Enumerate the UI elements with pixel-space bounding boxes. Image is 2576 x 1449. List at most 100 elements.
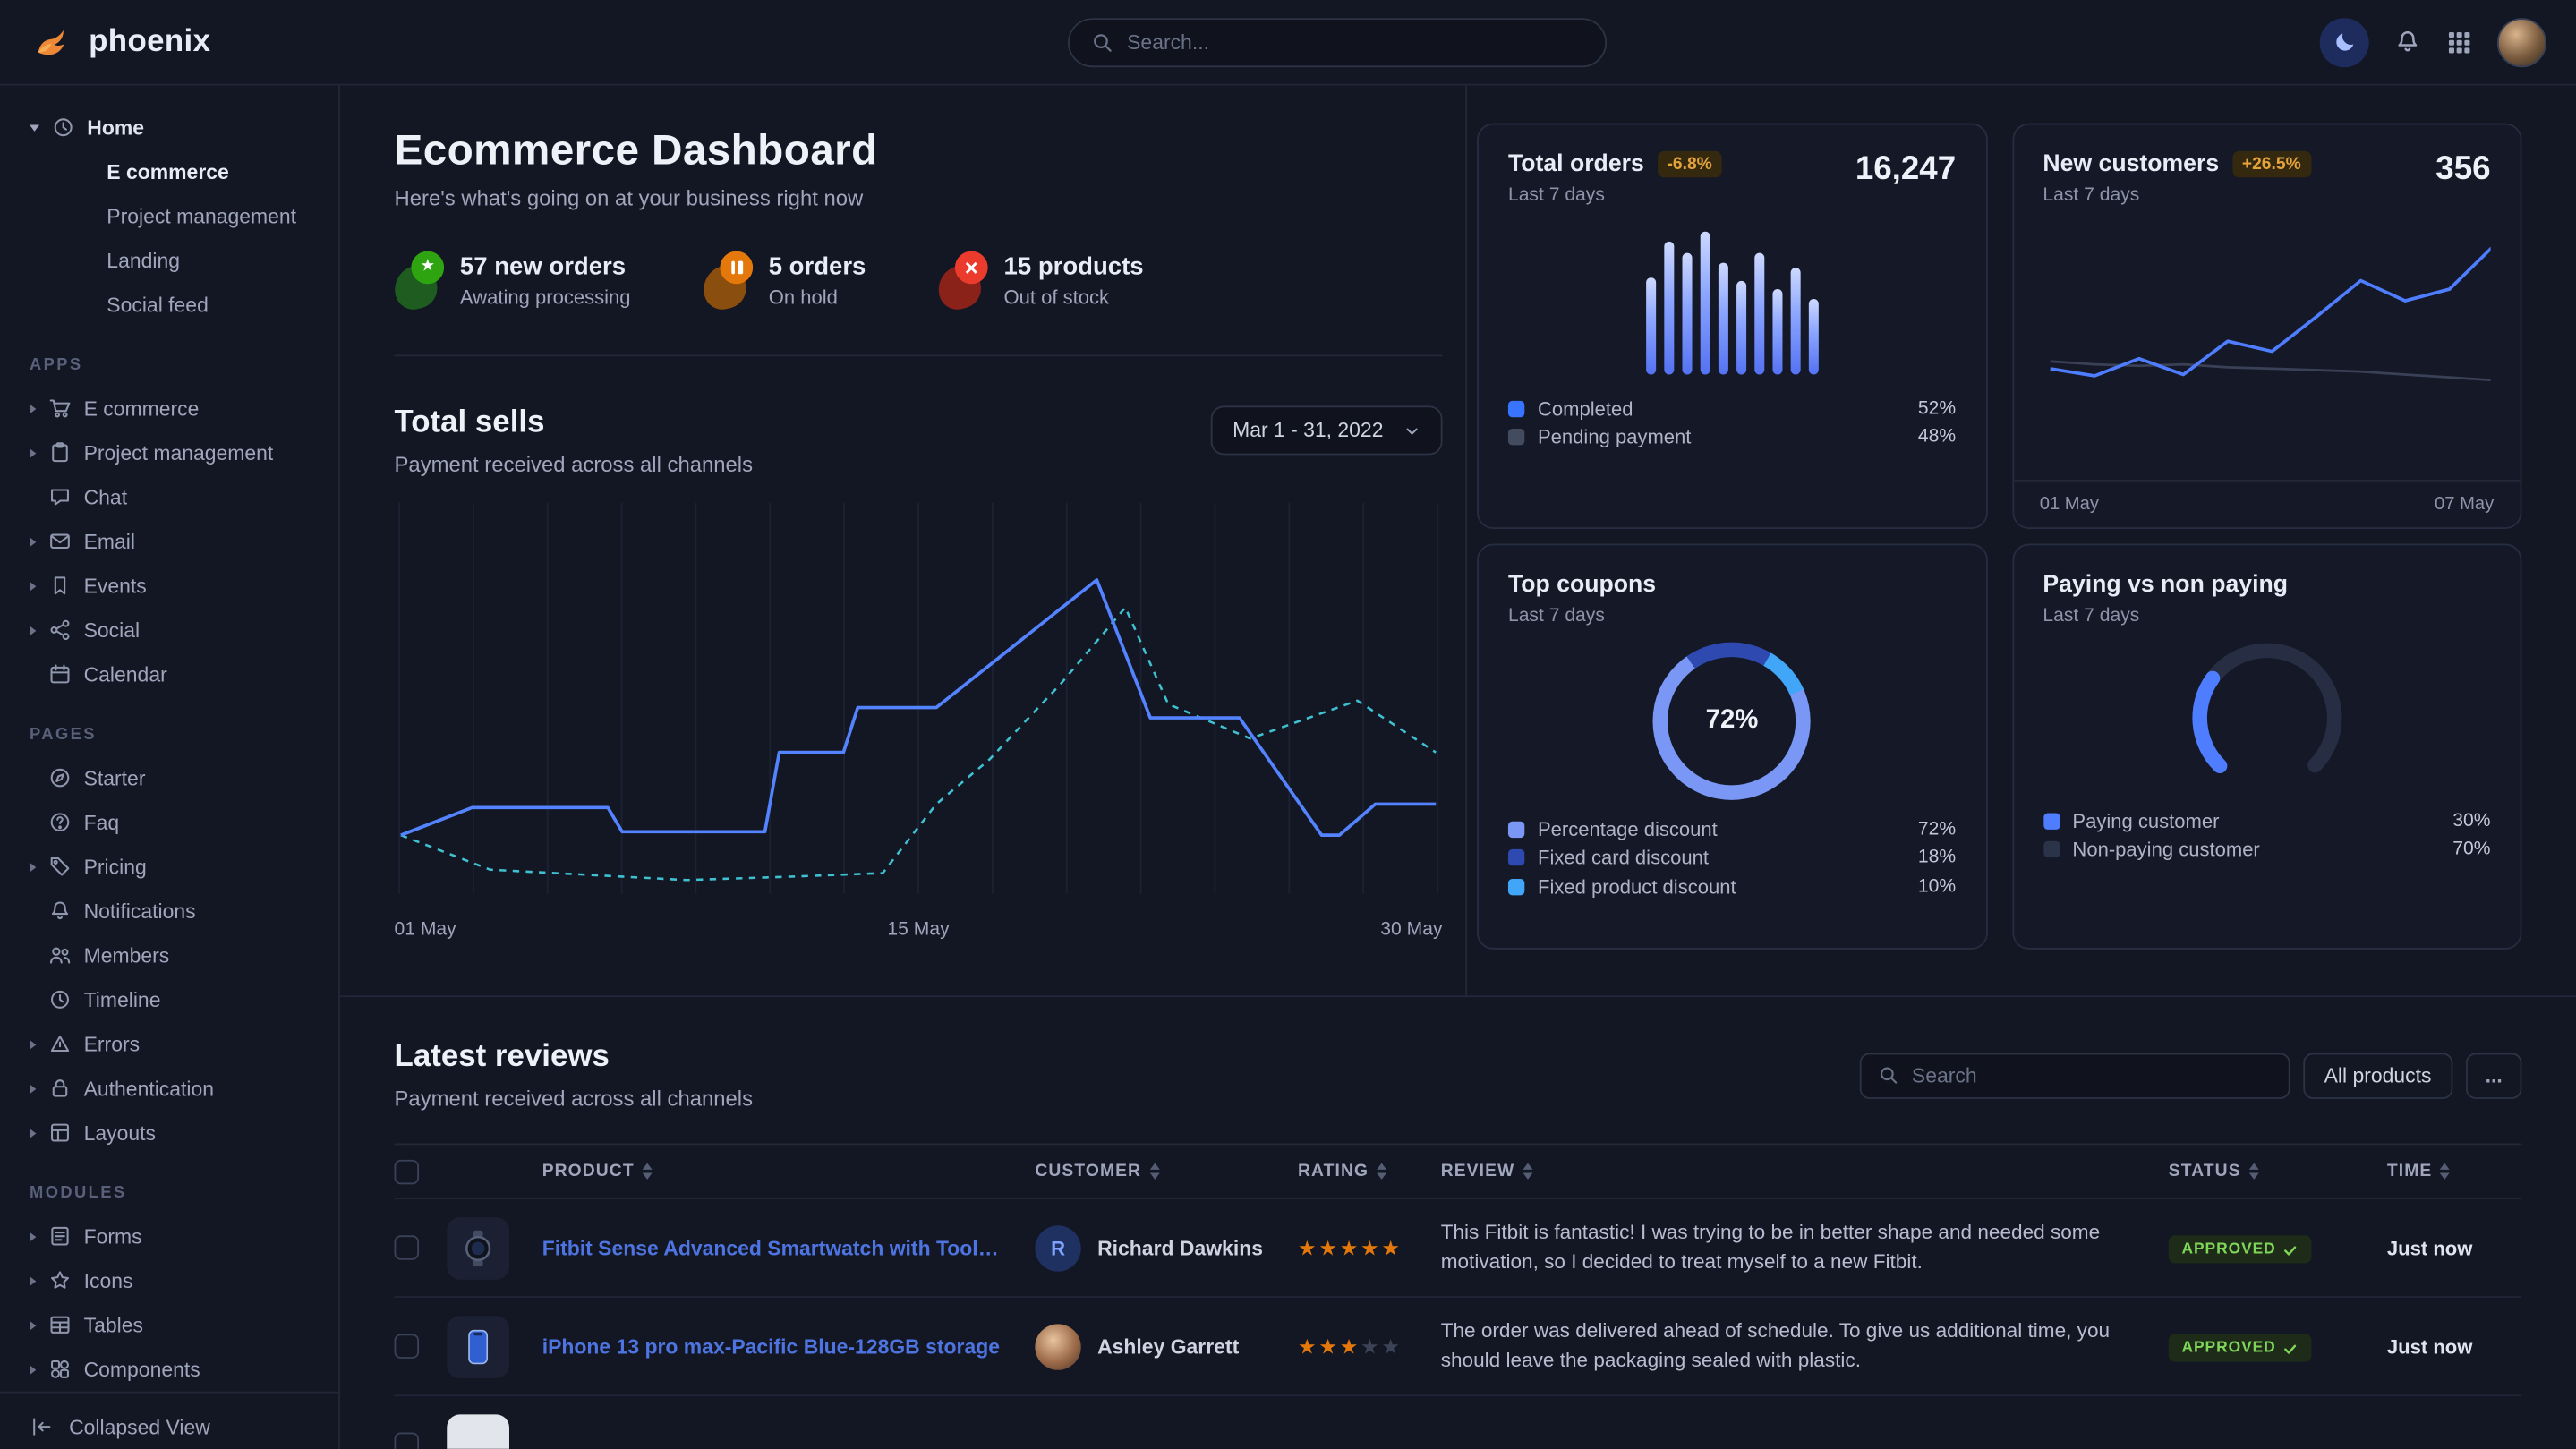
global-search-input[interactable] [1127,30,1583,54]
orders-bar-chart [1508,218,1956,374]
customer-cell[interactable]: Ashley Garrett [1035,1323,1298,1368]
sidebar-subitem-landing[interactable]: Landing [0,238,338,283]
bar [1700,231,1710,374]
bar [1682,252,1692,374]
collapse-icon [30,1414,55,1439]
page-title: Ecommerce Dashboard [395,124,1466,175]
table-icon [47,1313,73,1338]
row-checkbox[interactable] [395,1433,448,1449]
customer-cell[interactable]: R Richard Dawkins [1035,1224,1298,1270]
sidebar-item-email[interactable]: Email [0,519,338,564]
select-all-checkbox[interactable] [395,1159,448,1184]
share-icon [47,618,73,643]
orders-legend: Completed52%Pending payment48% [1508,395,1956,452]
puzzle-icon [47,1357,73,1382]
column-header-status[interactable]: STATUS [2169,1162,2387,1181]
date-range-select[interactable]: Mar 1 - 31, 2022 [1211,405,1442,455]
sidebar-subitem-social-feed[interactable]: Social feed [0,283,338,328]
sidebar-item-project-management[interactable]: Project management [0,430,338,475]
theme-toggle-button[interactable] [2320,17,2369,66]
sidebar: Home E commerceProject managementLanding… [0,85,340,1448]
column-header-product[interactable]: PRODUCT [542,1162,1036,1181]
customer-avatar[interactable]: R [1035,1224,1080,1270]
more-options-button[interactable]: ... [2466,1053,2521,1098]
status-badge: APPROVED [2169,1334,2312,1361]
main-content: Ecommerce Dashboard Here's what's going … [340,85,2576,1448]
sidebar-item-starter[interactable]: Starter [0,755,338,800]
global-search[interactable] [1068,17,1607,66]
page-subtitle: Here's what's going on at your business … [395,185,1466,210]
sidebar-item-tables[interactable]: Tables [0,1303,338,1348]
sidebar-item-home[interactable]: Home [0,105,338,149]
sidebar-item-pricing[interactable]: Pricing [0,844,338,889]
user-avatar[interactable] [2497,17,2546,66]
sidebar-item-social[interactable]: Social [0,608,338,652]
row-checkbox[interactable] [395,1235,448,1260]
legend-item-paying-customer: Paying customer30% [2043,806,2490,835]
reviews-search-input[interactable] [1912,1063,2272,1087]
apps-grid-icon[interactable] [2446,29,2472,55]
sidebar-item-faq[interactable]: Faq [0,800,338,845]
row-checkbox-input[interactable] [395,1235,420,1260]
navbar-actions [2320,17,2546,66]
bar [1664,242,1674,374]
row-checkbox-input[interactable] [395,1433,420,1449]
legend-value: 18% [1918,848,1956,868]
sidebar-item-forms[interactable]: Forms [0,1214,338,1258]
sidebar-item-timeline[interactable]: Timeline [0,977,338,1022]
sidebar-item-calendar[interactable]: Calendar [0,652,338,697]
reviews-search[interactable] [1859,1053,2290,1098]
customer-avatar[interactable] [1035,1323,1080,1368]
legend-swatch [1508,849,1524,865]
all-products-button[interactable]: All products [2303,1053,2453,1098]
product-link[interactable]: iPhone 13 pro max-Pacific Blue-128GB sto… [542,1334,1036,1358]
coupons-legend: Percentage discount72%Fixed card discoun… [1508,814,1956,900]
product-link[interactable]: Fitbit Sense Advanced Smartwatch with To… [542,1236,1036,1259]
row-checkbox-input[interactable] [395,1334,420,1359]
product-thumbnail[interactable] [447,1216,509,1279]
collapse-view-toggle[interactable]: Collapsed View [0,1392,338,1449]
sidebar-item-components[interactable]: Components [0,1347,338,1392]
status-cell: APPROVED [2169,1331,2387,1362]
sidebar-item-e-commerce[interactable]: E commerce [0,386,338,430]
sidebar-subitem-project-management[interactable]: Project management [0,194,338,239]
sidebar-item-label: Project management [84,441,274,465]
phoenix-logo-icon[interactable] [33,21,76,64]
sidebar-item-members[interactable]: Members [0,933,338,978]
card-title: Paying vs non paying [2043,572,2288,598]
column-header-rating[interactable]: RATING [1298,1162,1441,1181]
trend-badge: -6.8% [1657,151,1721,177]
sidebar-item-errors[interactable]: Errors [0,1022,338,1067]
brand-area[interactable]: phoenix [33,21,211,64]
x-tick: 15 May [887,920,949,940]
rating-stars: ★★★★★ [1298,1334,1441,1359]
sidebar-item-notifications[interactable]: Notifications [0,889,338,933]
sidebar-subitem-e-commerce[interactable]: E commerce [0,149,338,194]
column-header-time[interactable]: TIME [2387,1162,2522,1181]
brand-name[interactable]: phoenix [89,24,210,60]
customer-name: Richard Dawkins [1097,1236,1263,1259]
select-all-checkbox-input[interactable] [395,1159,420,1184]
sidebar-item-chat[interactable]: Chat [0,474,338,519]
sidebar-item-authentication[interactable]: Authentication [0,1066,338,1111]
status-cell: APPROVED [2169,1232,2387,1264]
sidebar-item-events[interactable]: Events [0,564,338,609]
product-thumbnail[interactable] [447,1315,509,1377]
product-thumbnail[interactable] [447,1413,509,1448]
row-checkbox[interactable] [395,1334,448,1359]
legend-label: Fixed product discount [1538,875,1736,899]
sidebar-item-label: Errors [84,1033,140,1056]
sidebar-item-layouts[interactable]: Layouts [0,1111,338,1155]
column-header-review[interactable]: REVIEW [1441,1162,2169,1181]
notifications-bell-icon[interactable] [2393,28,2421,55]
sidebar-item-icons[interactable]: Icons [0,1258,338,1303]
x-axis-labels: 01 May 15 May 30 May [395,920,1443,940]
bar [1754,252,1764,374]
stat-caption: On hold [769,286,866,309]
stat-out-of-stock: ×15 productsOut of stock [938,253,1143,309]
legend-swatch [1508,821,1524,837]
date-range-value: Mar 1 - 31, 2022 [1233,419,1383,442]
column-header-customer[interactable]: CUSTOMER [1035,1162,1298,1181]
bar [1772,288,1782,374]
legend-item-fixed-card-discount: Fixed card discount18% [1508,844,1956,873]
